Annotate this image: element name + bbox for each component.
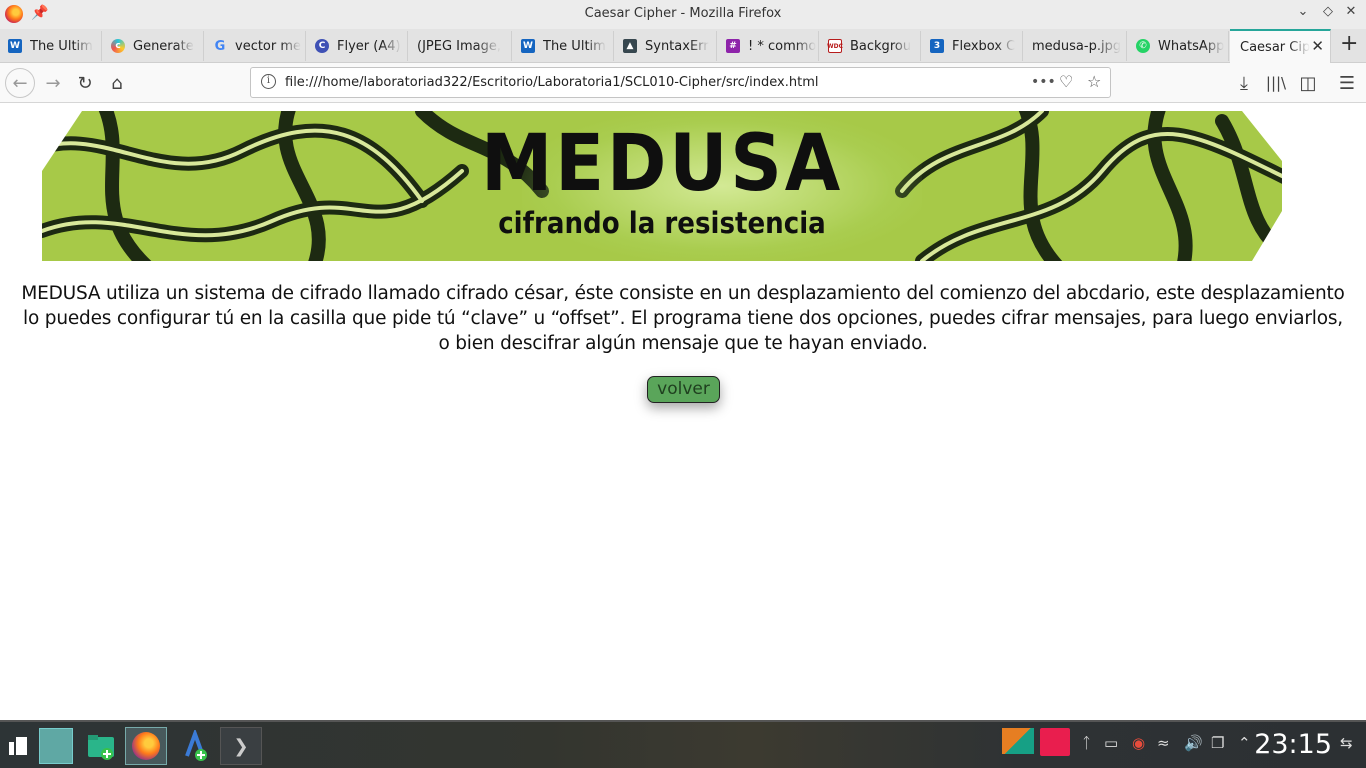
minimize-icon[interactable]: ⌄ <box>1293 4 1313 19</box>
banner-subtitle: cifrando la resistencia <box>498 206 826 240</box>
url-text[interactable]: file:///home/laboratoriad322/Escritorio/… <box>285 75 819 90</box>
colorful-c-icon: c <box>111 39 125 53</box>
sidebar-icon[interactable]: ◫ <box>1295 70 1321 96</box>
close-tab-icon[interactable]: ✕ <box>1311 37 1324 55</box>
menu-icon[interactable]: ☰ <box>1334 70 1360 96</box>
battery-icon[interactable]: ▭ <box>1104 734 1118 752</box>
mortarboard-icon: ▲ <box>623 39 637 53</box>
trash-icon[interactable] <box>1040 728 1070 756</box>
wifi-icon[interactable]: ≈ <box>1157 734 1170 752</box>
window-title: Caesar Cipher - Mozilla Firefox <box>584 6 782 21</box>
forward-button[interactable]: → <box>40 70 66 96</box>
medusa-banner: MEDUSA cifrando la resistencia <box>42 111 1282 261</box>
bookmark-star-icon[interactable]: ☆ <box>1087 72 1101 91</box>
tab-0[interactable]: W The Ultim <box>0 31 102 61</box>
tab-1[interactable]: c Generate <box>103 31 204 61</box>
library-icon[interactable]: |||\ <box>1263 70 1289 96</box>
restore-icon[interactable]: ◇ <box>1318 4 1338 19</box>
file-manager-icon[interactable] <box>80 727 122 765</box>
c-circle-icon: C <box>315 39 329 53</box>
pocket-icon[interactable]: ♡ <box>1059 72 1073 91</box>
page-content: MEDUSA cifrando la resistencia MEDUSA ut… <box>0 103 1366 720</box>
tab-2[interactable]: G vector me <box>205 31 306 61</box>
google-icon: G <box>214 38 226 54</box>
volume-icon[interactable]: 🔊 <box>1184 734 1203 752</box>
ghost-icon[interactable]: ◉ <box>1132 734 1145 752</box>
description-text: MEDUSA utiliza un sistema de cifrado lla… <box>21 283 1345 354</box>
new-tab-button[interactable]: + <box>1340 31 1358 56</box>
window-titlebar: 📌 Caesar Cipher - Mozilla Firefox ⌄ ◇ ✕ <box>0 0 1366 29</box>
tab-7[interactable]: # ! * commo <box>718 31 819 61</box>
close-window-icon[interactable]: ✕ <box>1341 4 1361 19</box>
more-actions-icon[interactable]: ••• <box>1031 74 1056 90</box>
bluetooth-icon[interactable]: ᛏ <box>1082 734 1091 752</box>
wdc-icon: WDC <box>827 39 843 53</box>
app-launcher-icon[interactable] <box>0 727 36 765</box>
tab-6[interactable]: ▲ SyntaxErr <box>615 31 717 61</box>
atom-editor-icon[interactable] <box>174 727 216 765</box>
wordpress-icon: W <box>8 39 22 53</box>
tab-4[interactable]: (JPEG Image, <box>409 31 512 61</box>
firefox-taskbar-icon[interactable] <box>125 727 167 765</box>
tab-strip: W The Ultim c Generate G vector me C Fly… <box>0 29 1366 63</box>
tab-11[interactable]: ✆ WhatsApp <box>1128 31 1229 61</box>
tray-expand-icon[interactable]: ⌃ <box>1238 734 1251 752</box>
reload-button[interactable]: ↻ <box>72 70 98 96</box>
url-bar[interactable]: i file:///home/laboratoriad322/Escritori… <box>250 67 1111 98</box>
banner-title: MEDUSA <box>480 119 844 209</box>
tab-5[interactable]: W The Ultim <box>513 31 614 61</box>
desktop-pager-icon[interactable] <box>36 727 76 765</box>
css3-icon: 3 <box>930 39 944 53</box>
info-icon[interactable]: i <box>261 74 276 89</box>
tab-9[interactable]: 3 Flexbox C <box>922 31 1023 61</box>
clock[interactable]: 23:15 <box>1254 729 1332 760</box>
back-button[interactable]: ← <box>5 68 35 98</box>
nav-bar: ← → ↻ ⌂ i file:///home/laboratoriad322/E… <box>0 63 1366 103</box>
color-picker-icon[interactable] <box>1002 728 1034 754</box>
downloads-icon[interactable]: ⤓ <box>1231 70 1257 96</box>
wordpress-icon: W <box>521 39 535 53</box>
panel-settings-icon[interactable]: ⇆ <box>1340 734 1353 752</box>
terminal-icon[interactable]: ❯ <box>220 727 262 765</box>
slack-icon: # <box>726 39 740 53</box>
volver-button[interactable]: volver <box>647 376 720 403</box>
tab-8[interactable]: WDC Backgrou <box>820 31 921 61</box>
taskbar: ❯ ᛏ ▭ ◉ ≈ 🔊 ❐ ⌃ 23:15 ⇆ <box>0 720 1366 768</box>
tab-3[interactable]: C Flyer (A4) <box>307 31 408 61</box>
tab-active-caesar[interactable]: Caesar Cip ✕ <box>1230 29 1331 63</box>
whatsapp-icon: ✆ <box>1136 39 1150 53</box>
clipboard-icon[interactable]: ❐ <box>1211 734 1224 752</box>
tab-10[interactable]: medusa-p.jpg <box>1024 31 1127 61</box>
home-button[interactable]: ⌂ <box>104 70 130 96</box>
